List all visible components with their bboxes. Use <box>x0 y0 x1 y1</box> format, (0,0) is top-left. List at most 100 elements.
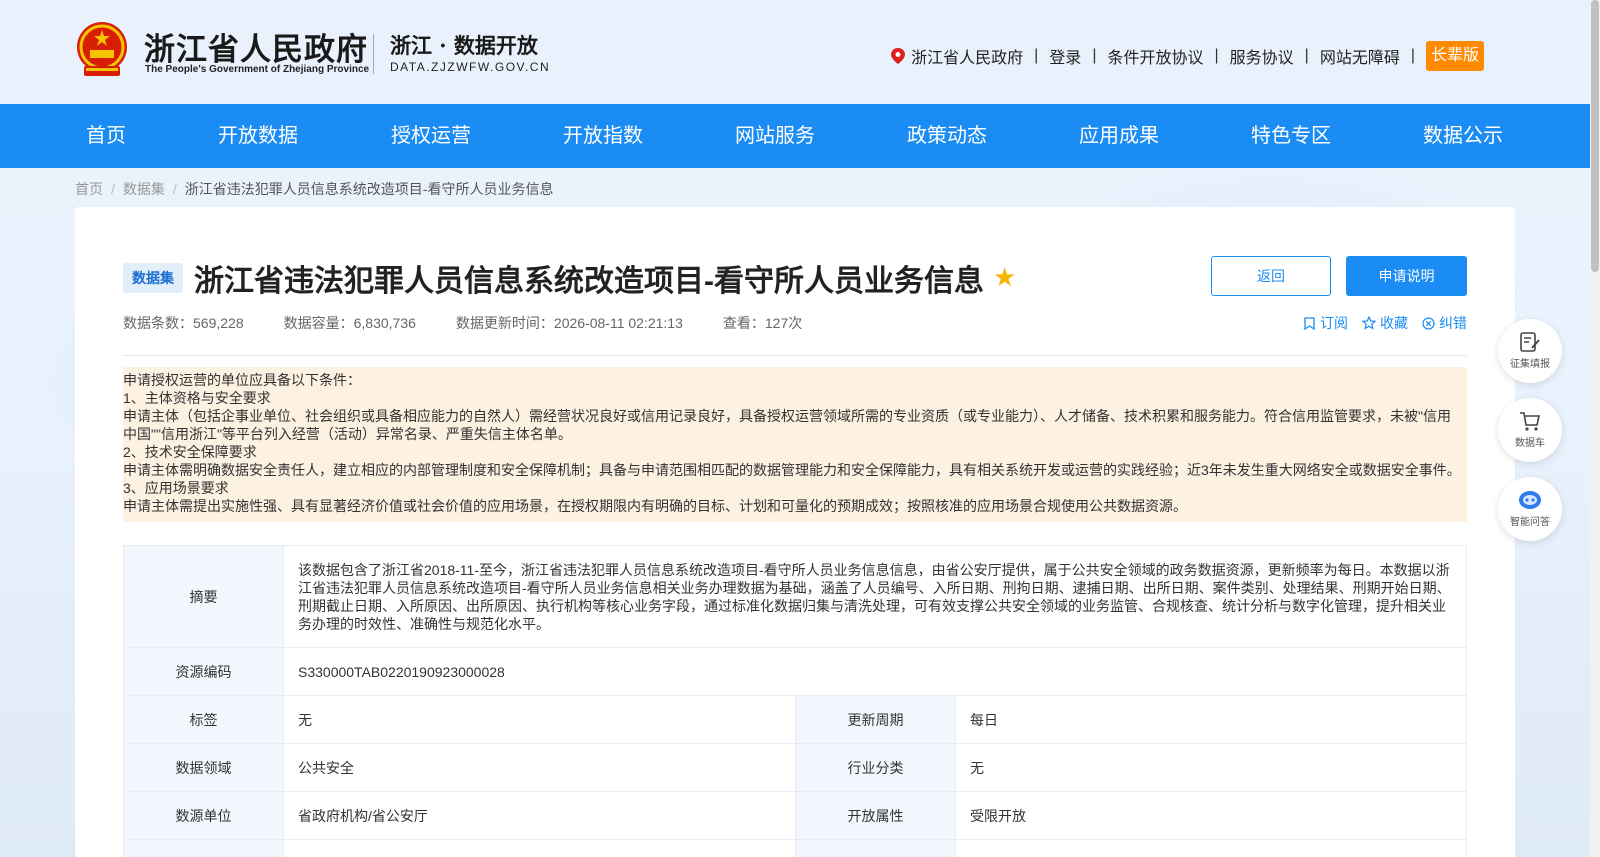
notice-line: 申请授权运营的单位应具备以下条件： <box>123 372 361 388</box>
header-divider <box>373 34 374 74</box>
star-icon: ★ <box>993 262 1017 292</box>
authorization-notice: 申请授权运营的单位应具备以下条件： 1、主体资格与安全要求 申请主体（包括企事业… <box>123 367 1467 522</box>
correction-button[interactable]: 纠错 <box>1422 313 1467 333</box>
industry-value: 无 <box>955 743 1467 792</box>
breadcrumb-home[interactable]: 首页 <box>75 181 103 197</box>
table-row: 数据领域 公共安全 行业分类 无 <box>123 743 1467 792</box>
summary-value: 该数据包含了浙江省2018-11-至今，浙江省违法犯罪人员信息系统改造项目-看守… <box>283 545 1467 648</box>
meta-rows: 数据条数：569,228 <box>123 315 244 331</box>
breadcrumb-separator: / <box>172 181 177 197</box>
national-emblem-icon <box>77 22 127 76</box>
apply-info-button[interactable]: 申请说明 <box>1346 256 1467 296</box>
domain-label: 数据领域 <box>123 743 284 792</box>
portal-domain: DATA.ZJZWFW.GOV.CN <box>390 60 551 74</box>
records-value: 无 <box>955 839 1467 857</box>
separator: | <box>1214 47 1219 64</box>
ai-assistant-label: 智能问答 <box>1510 517 1550 528</box>
scrollbar-thumb[interactable] <box>1591 0 1599 272</box>
dataset-type-badge: 数据集 <box>123 263 183 293</box>
contact-label: 联系方式 <box>123 839 284 857</box>
code-label: 资源编码 <box>123 647 284 696</box>
domain-value: 公共安全 <box>283 743 796 792</box>
breadcrumb-current: 浙江省违法犯罪人员信息系统改造项目-看守所人员业务信息 <box>184 181 554 197</box>
breadcrumb: 首页 / 数据集 / 浙江省违法犯罪人员信息系统改造项目-看守所人员业务信息 <box>75 179 553 199</box>
conditional-agreement-link[interactable]: 条件开放协议 <box>1107 44 1203 68</box>
notice-line: 中国""信用浙江"等平台列入经营（活动）异常名录、严重失信主体名单。 <box>123 426 572 442</box>
nav-item-open-index[interactable]: 开放指数 <box>563 104 643 168</box>
cycle-value: 每日 <box>955 695 1467 744</box>
favorite-label: 收藏 <box>1380 315 1408 331</box>
favorite-button[interactable]: 收藏 <box>1362 313 1408 333</box>
robot-icon <box>1519 491 1541 509</box>
subscribe-button[interactable]: 订阅 <box>1303 313 1348 333</box>
table-row: 联系方式 数据记录 无 <box>123 839 1467 857</box>
meta-capacity: 数据容量：6,830,736 <box>283 315 416 331</box>
divider <box>123 355 1467 356</box>
ai-assistant-button[interactable]: 智能问答 <box>1498 477 1562 541</box>
unit-label: 数源单位 <box>123 791 284 840</box>
gov-name-cn: 浙江省人民政府 <box>144 32 368 68</box>
elder-mode-button[interactable]: 长辈版 <box>1425 41 1484 71</box>
portal-name-cn: 浙江 · 数据开放 <box>390 33 538 58</box>
error-correct-icon <box>1422 316 1435 330</box>
gov-name-en: The People's Government of Zhejiang Prov… <box>145 64 370 75</box>
separator: | <box>1034 47 1039 64</box>
table-row: 资源编码 S330000TAB0220190923000028 <box>123 647 1467 696</box>
dataset-actions: 订阅 收藏 纠错 <box>1303 313 1467 333</box>
dataset-meta: 数据条数：569,228 数据容量：6,830,736 数据更新时间：2026-… <box>123 313 842 333</box>
service-agreement-link[interactable]: 服务协议 <box>1230 44 1294 68</box>
table-row: 数源单位 省政府机构/省公安厅 开放属性 受限开放 <box>123 791 1467 840</box>
separator: | <box>1092 47 1097 64</box>
nav-item-disclosure[interactable]: 数据公示 <box>1423 104 1503 168</box>
gov-link[interactable]: 浙江省人民政府 <box>911 44 1023 68</box>
main-nav: 首页 开放数据 授权运营 开放指数 网站服务 政策动态 应用成果 特色专区 数据… <box>0 104 1590 168</box>
code-value: S330000TAB0220190923000028 <box>283 647 1467 696</box>
breadcrumb-datasets[interactable]: 数据集 <box>123 181 165 197</box>
meta-updated: 数据更新时间：2026-08-11 02:21:13 <box>455 315 683 331</box>
nav-item-services[interactable]: 网站服务 <box>735 104 815 168</box>
page-scrollbar[interactable] <box>1590 0 1600 857</box>
records-label: 数据记录 <box>795 839 956 857</box>
data-cart-button[interactable]: 数据车 <box>1498 398 1562 462</box>
notice-line: 申请主体（包括企事业单位、社会组织或具备相应能力的自然人）需经营状况良好或信用记… <box>123 408 1451 424</box>
form-edit-icon <box>1520 332 1540 352</box>
top-utility-nav: 浙江省人民政府 | 登录 | 条件开放协议 | 服务协议 | 网站无障碍 | 长… <box>891 41 1484 71</box>
nav-item-authorized-ops[interactable]: 授权运营 <box>391 104 471 168</box>
back-button[interactable]: 返回 <box>1211 256 1331 296</box>
data-cart-label: 数据车 <box>1515 438 1545 449</box>
nav-item-applications[interactable]: 应用成果 <box>1079 104 1159 168</box>
tag-label: 标签 <box>123 695 284 744</box>
subscribe-icon <box>1304 316 1315 330</box>
cart-icon <box>1520 412 1540 431</box>
page-title: 浙江省违法犯罪人员信息系统改造项目-看守所人员业务信息 <box>194 265 984 298</box>
site-header: 浙江省人民政府 The People's Government of Zheji… <box>0 0 1590 104</box>
login-link[interactable]: 登录 <box>1049 44 1081 68</box>
summary-label: 摘要 <box>123 545 284 648</box>
nav-item-policy[interactable]: 政策动态 <box>907 104 987 168</box>
table-row: 标签 无 更新周期 每日 <box>123 695 1467 744</box>
breadcrumb-separator: / <box>111 181 115 197</box>
star-outline-icon <box>1362 316 1376 330</box>
collect-form-button[interactable]: 征集填报 <box>1498 319 1562 383</box>
notice-line: 3、应用场景要求 <box>123 480 229 496</box>
meta-views: 查看：127次 <box>722 315 803 331</box>
nav-item-home[interactable]: 首页 <box>86 104 126 168</box>
subscribe-label: 订阅 <box>1320 315 1348 331</box>
separator: | <box>1304 47 1309 64</box>
nav-item-special[interactable]: 特色专区 <box>1251 104 1331 168</box>
dataset-info-table: 摘要 该数据包含了浙江省2018-11-至今，浙江省违法犯罪人员信息系统改造项目… <box>123 545 1467 857</box>
location-pin-icon <box>891 48 906 64</box>
contact-value <box>283 839 796 857</box>
notice-line: 1、主体资格与安全要求 <box>123 390 271 406</box>
tag-value: 无 <box>283 695 796 744</box>
accessibility-link[interactable]: 网站无障碍 <box>1320 44 1400 68</box>
industry-label: 行业分类 <box>795 743 956 792</box>
nav-item-open-data[interactable]: 开放数据 <box>218 104 298 168</box>
unit-value: 省政府机构/省公安厅 <box>283 791 796 840</box>
open-value: 受限开放 <box>955 791 1467 840</box>
open-label: 开放属性 <box>795 791 956 840</box>
collect-form-label: 征集填报 <box>1510 359 1550 370</box>
correction-label: 纠错 <box>1439 315 1467 331</box>
cycle-label: 更新周期 <box>795 695 956 744</box>
notice-line: 申请主体需明确数据安全责任人，建立相应的内部管理制度和安全保障机制；具备与申请范… <box>123 462 1461 478</box>
